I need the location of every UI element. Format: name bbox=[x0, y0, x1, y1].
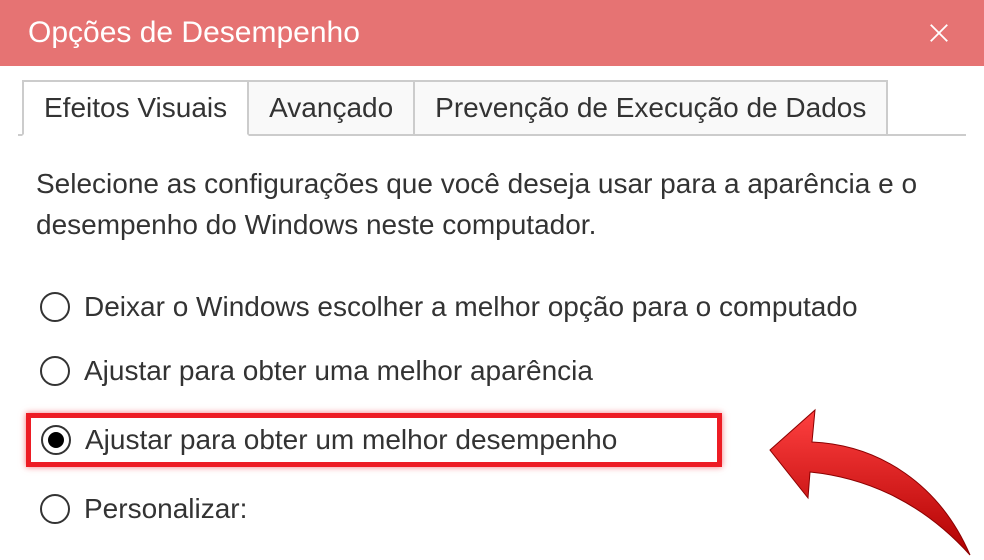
radio-label: Deixar o Windows escolher a melhor opção… bbox=[84, 291, 858, 323]
window-titlebar: Opções de Desempenho bbox=[0, 0, 984, 66]
radio-icon bbox=[40, 494, 70, 524]
tab-strip: Efeitos Visuais Avançado Prevenção de Ex… bbox=[0, 80, 984, 134]
radio-icon bbox=[40, 356, 70, 386]
window-title: Opções de Desempenho bbox=[28, 16, 360, 50]
tab-visual-effects[interactable]: Efeitos Visuais bbox=[22, 80, 249, 136]
radio-label: Ajustar para obter uma melhor aparência bbox=[84, 355, 593, 387]
visual-effects-radio-group: Deixar o Windows escolher a melhor opção… bbox=[36, 285, 948, 531]
radio-best-performance[interactable]: Ajustar para obter um melhor desempenho bbox=[26, 413, 722, 467]
tab-advanced[interactable]: Avançado bbox=[247, 80, 415, 134]
radio-icon bbox=[41, 425, 71, 455]
tab-dep[interactable]: Prevenção de Execução de Dados bbox=[413, 80, 888, 134]
radio-custom[interactable]: Personalizar: bbox=[36, 487, 948, 531]
dialog-content: Efeitos Visuais Avançado Prevenção de Ex… bbox=[0, 80, 984, 531]
visual-effects-panel: Selecione as configurações que você dese… bbox=[18, 134, 966, 531]
radio-label: Personalizar: bbox=[84, 493, 247, 525]
panel-description: Selecione as configurações que você dese… bbox=[36, 164, 948, 245]
close-icon bbox=[928, 22, 950, 44]
radio-label: Ajustar para obter um melhor desempenho bbox=[85, 424, 617, 456]
radio-let-windows-choose[interactable]: Deixar o Windows escolher a melhor opção… bbox=[36, 285, 948, 329]
radio-best-appearance[interactable]: Ajustar para obter uma melhor aparência bbox=[36, 349, 948, 393]
radio-icon bbox=[40, 292, 70, 322]
close-button[interactable] bbox=[894, 0, 984, 66]
